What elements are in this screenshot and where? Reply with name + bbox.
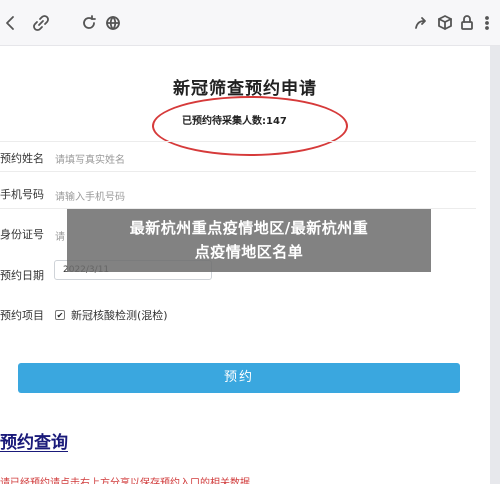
date-label: 预约日期 (0, 269, 44, 282)
project-option-label: 新冠核酸检测(混检) (71, 309, 168, 322)
link-icon[interactable] (30, 12, 52, 34)
headline-banner: 最新杭州重点疫情地区/最新杭州重 点疫情地区名单 (67, 209, 431, 272)
count-value: 147 (266, 116, 287, 127)
query-note: 请已经预约请点击右上方分享以保存预约入口的相关数据 (0, 478, 250, 484)
count-label: 已预约待采集人数: (182, 116, 266, 127)
cube-icon[interactable] (434, 12, 456, 34)
project-label: 预约项目 (0, 309, 44, 322)
back-icon[interactable] (0, 12, 22, 34)
divider (0, 171, 476, 172)
globe-icon[interactable] (102, 12, 124, 34)
more-icon[interactable] (476, 12, 498, 34)
id-input[interactable]: 请 (55, 228, 65, 243)
phone-input[interactable]: 请输入手机号码 (55, 188, 125, 203)
query-link[interactable]: 预约查询 (0, 428, 68, 453)
banner-line-1: 最新杭州重点疫情地区/最新杭州重 (129, 219, 369, 237)
browser-toolbar (0, 0, 500, 46)
lock-icon[interactable] (456, 12, 478, 34)
count-line: 已预约待采集人数:147 (182, 112, 287, 127)
banner-line-2: 点疫情地区名单 (194, 243, 304, 261)
divider (0, 141, 476, 142)
share-icon[interactable] (410, 12, 432, 34)
id-label: 身份证号 (0, 228, 44, 241)
refresh-icon[interactable] (78, 12, 100, 34)
scroll-gutter (490, 46, 500, 484)
submit-button[interactable]: 预约 (18, 363, 460, 393)
project-checkbox[interactable]: ✔ (55, 310, 65, 320)
phone-label: 手机号码 (0, 188, 44, 201)
name-label: 预约姓名 (0, 152, 44, 165)
name-input[interactable]: 请填写真实姓名 (55, 151, 125, 166)
